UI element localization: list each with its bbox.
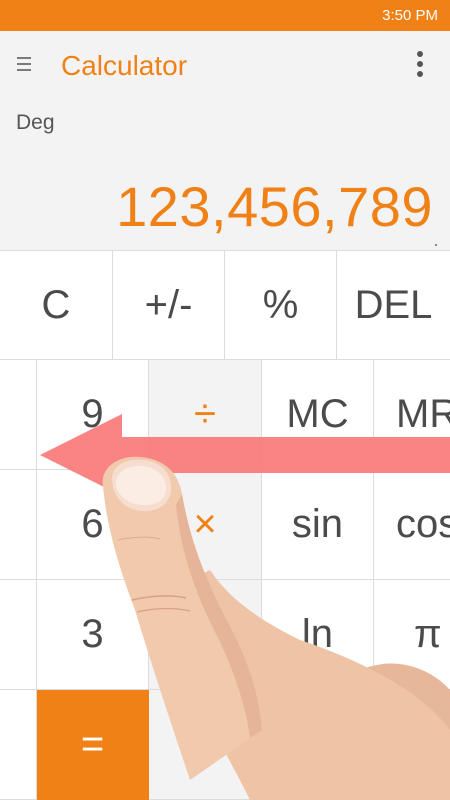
hamburger-menu-icon[interactable] — [17, 55, 35, 75]
key-label: 6 — [81, 502, 104, 546]
app-bar: Calculator — [0, 31, 450, 103]
digit-6-button[interactable]: 6 — [37, 470, 149, 580]
key-label: 9 — [81, 392, 104, 436]
status-bar: 3:50 PM — [0, 0, 450, 31]
status-time: 3:50 PM — [382, 7, 438, 24]
clear-button[interactable]: C — [0, 250, 113, 360]
sine-button[interactable]: sin — [262, 470, 374, 580]
key-label: × — [193, 502, 217, 546]
key-label: cos — [396, 502, 450, 546]
key-label: 3 — [81, 612, 104, 656]
natural-log-button[interactable]: ln — [262, 580, 374, 690]
memory-recall-button[interactable]: MR — [374, 360, 450, 470]
key-label: +/- — [144, 282, 193, 327]
function-button[interactable] — [262, 690, 374, 800]
display-panel: Deg 123,456,789 — [0, 103, 450, 250]
hidden-key[interactable] — [0, 690, 37, 800]
function-button[interactable] — [374, 690, 450, 800]
display-value: 123,456,789 — [116, 175, 433, 238]
angle-mode-label[interactable]: Deg — [16, 111, 55, 135]
multiply-button[interactable]: × — [149, 470, 262, 580]
key-label: sin — [291, 502, 344, 546]
app-title: Calculator — [61, 50, 188, 81]
percent-button[interactable]: % — [225, 250, 337, 360]
key-label: π — [414, 612, 442, 656]
hidden-key[interactable] — [0, 470, 37, 580]
cosine-button[interactable]: cos — [374, 470, 450, 580]
key-label: MC — [286, 392, 349, 436]
key-label: MR — [396, 392, 450, 436]
display-indicator — [435, 244, 437, 246]
operator-button[interactable] — [149, 690, 262, 800]
memory-clear-button[interactable]: MC — [262, 360, 374, 470]
key-label: C — [41, 282, 71, 327]
key-label: % — [262, 282, 299, 327]
digit-9-button[interactable]: 9 — [37, 360, 149, 470]
more-vertical-icon[interactable] — [412, 51, 428, 81]
divide-button[interactable]: ÷ — [149, 360, 262, 470]
sign-toggle-button[interactable]: +/- — [113, 250, 225, 360]
operator-button[interactable] — [149, 580, 262, 690]
delete-button[interactable]: DEL — [337, 250, 450, 360]
key-label: DEL — [354, 282, 433, 327]
key-label: ln — [301, 612, 334, 656]
keypad: C +/- % DEL 9 ÷ MC MR 6 × sin cos 3 ln π… — [0, 250, 450, 800]
equals-button[interactable]: = — [37, 690, 149, 800]
pi-button[interactable]: π — [374, 580, 450, 690]
hidden-key[interactable] — [0, 580, 37, 690]
digit-3-button[interactable]: 3 — [37, 580, 149, 690]
key-label: ÷ — [194, 392, 216, 436]
key-label: = — [80, 722, 105, 766]
hidden-key[interactable] — [0, 360, 37, 470]
